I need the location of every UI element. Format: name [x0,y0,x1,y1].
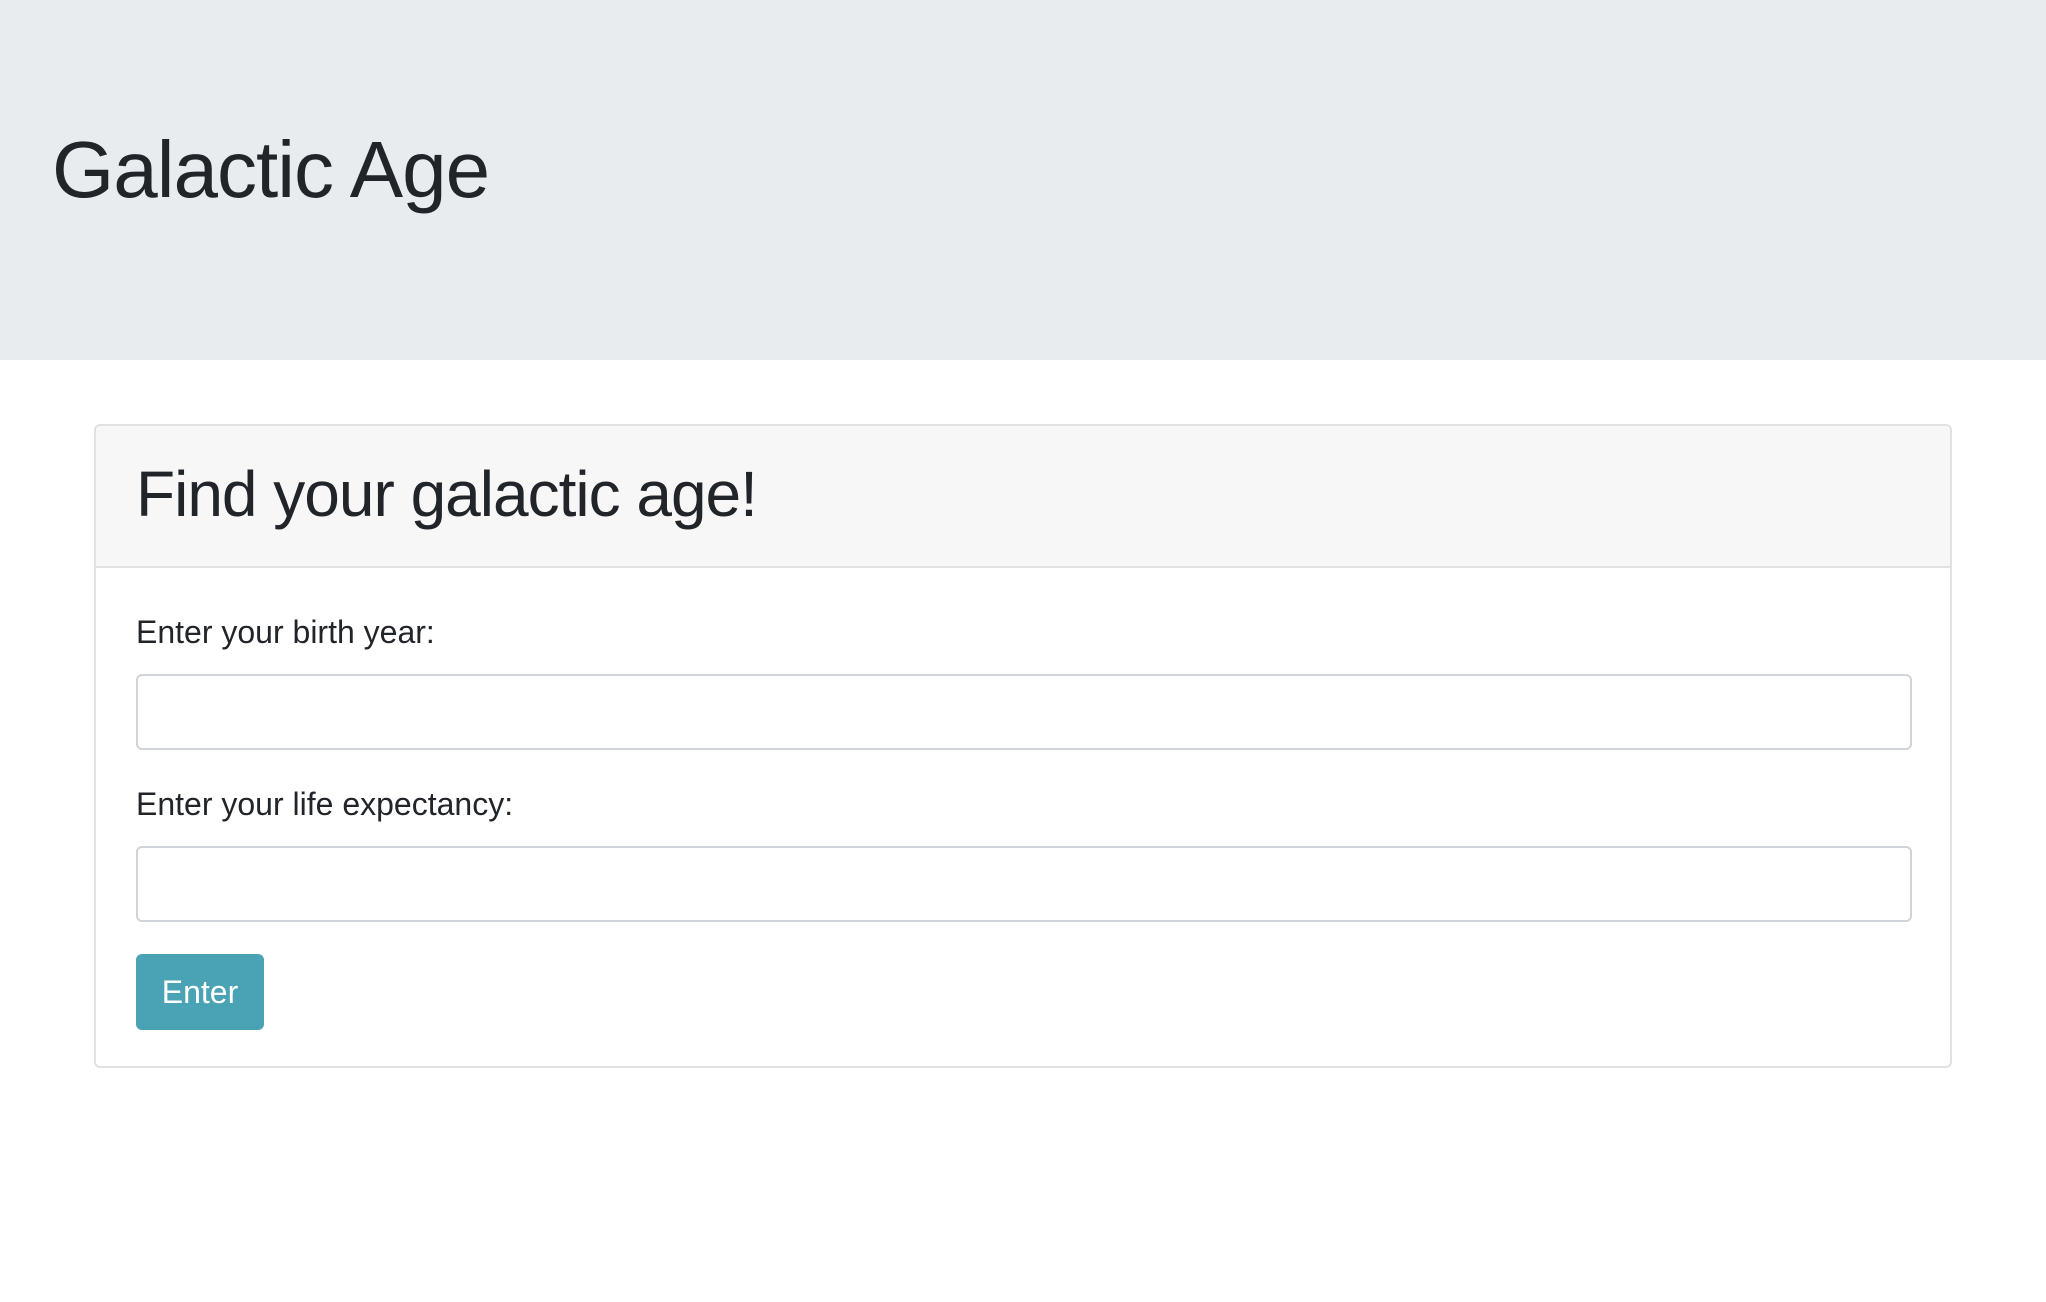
card-title: Find your galactic age! [136,458,758,530]
galactic-age-form-card: Find your galactic age! Enter your birth… [94,424,1952,1068]
life-expectancy-input[interactable] [136,846,1912,922]
card-header: Find your galactic age! [96,426,1950,568]
header-banner: Galactic Age [0,0,2046,360]
birth-year-label: Enter your birth year: [136,614,435,650]
life-expectancy-label: Enter your life expectancy: [136,786,514,822]
birth-year-input[interactable] [136,674,1912,750]
enter-button[interactable]: Enter [136,954,264,1030]
page-title: Galactic Age [52,125,490,214]
